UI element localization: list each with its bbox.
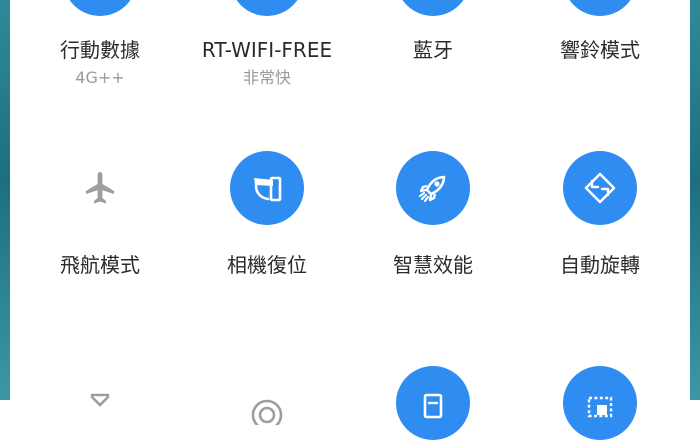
wallpaper-edge-right <box>690 0 700 400</box>
tile-ring-mode-label: 響鈴模式 <box>560 38 640 62</box>
tile-mobile-data-label: 行動數據 <box>60 38 140 62</box>
tile-wifi-label: RT-WIFI-FREE <box>201 38 333 62</box>
tile-bluetooth-label: 藍牙 <box>413 38 453 62</box>
wifi-icon <box>230 0 304 16</box>
rocket-icon <box>396 151 470 225</box>
ring-mode-icon <box>563 0 637 16</box>
airplane-icon <box>63 151 137 225</box>
wallpaper-edge-left <box>0 0 10 400</box>
hotspot-icon <box>230 366 304 440</box>
tile-auto-rotate-label: 自動旋轉 <box>560 253 640 277</box>
document-icon <box>396 366 470 440</box>
screenshot-icon <box>563 366 637 440</box>
hourglass-icon <box>63 366 137 440</box>
tile-mobile-data-status: 4G++ <box>75 68 125 87</box>
tile-smart-performance-label: 智慧效能 <box>393 253 473 277</box>
tile-camera-reset-label: 相機復位 <box>227 253 307 277</box>
camera-reset-icon <box>230 151 304 225</box>
auto-rotate-icon <box>563 151 637 225</box>
mobile-data-icon <box>63 0 137 16</box>
tile-wifi-status: 非常快 <box>242 68 291 87</box>
bluetooth-icon <box>396 0 470 16</box>
tile-airplane-mode-label: 飛航模式 <box>60 253 140 277</box>
